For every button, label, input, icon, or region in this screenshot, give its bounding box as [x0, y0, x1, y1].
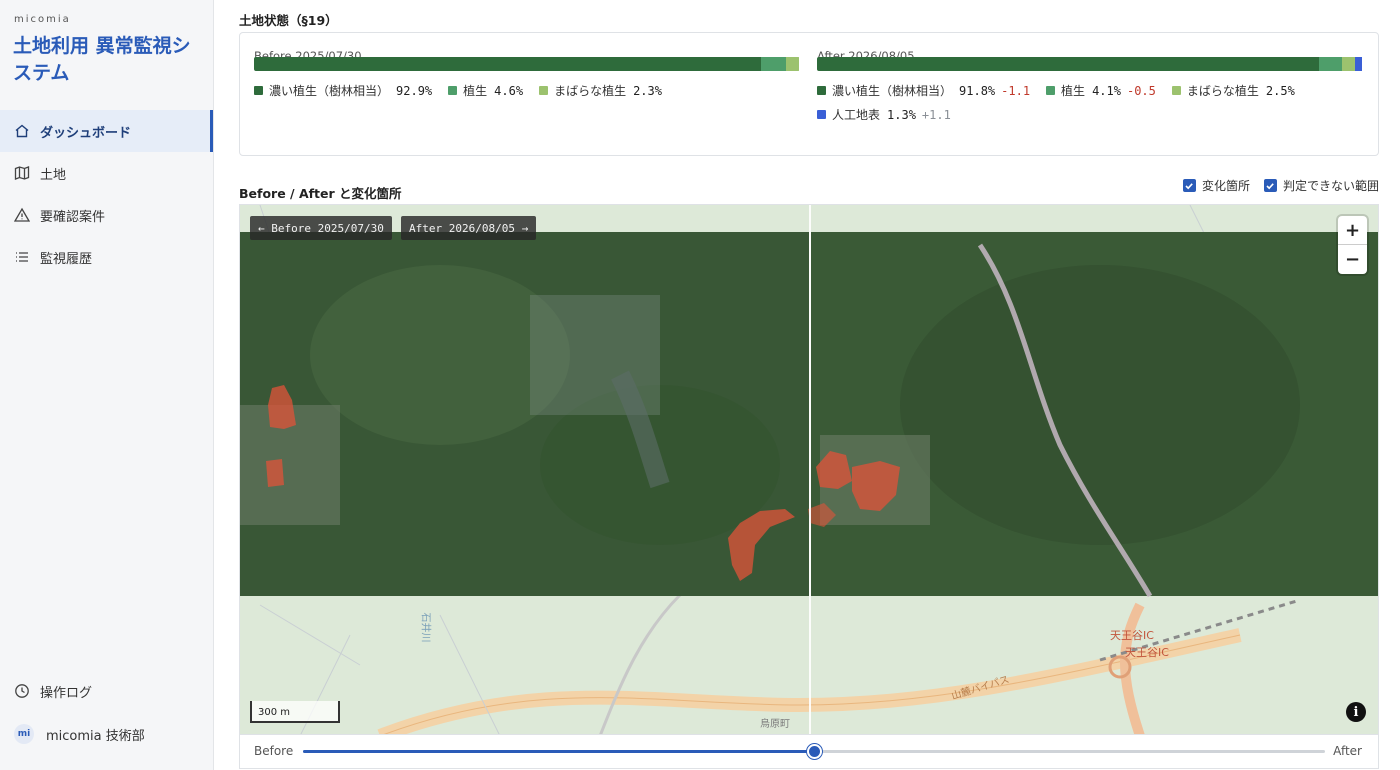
- legend-swatch: [1046, 86, 1056, 95]
- home-icon: [14, 123, 30, 139]
- legend-swatch: [817, 86, 826, 95]
- legend-label: 濃い植生（樹林相当）: [269, 84, 390, 98]
- legend-label: 植生: [463, 84, 488, 98]
- map-label-river: 石井川: [419, 612, 431, 643]
- legend-percent: 2.5%: [1265, 83, 1295, 98]
- sidebar-item-label: 要確認案件: [40, 209, 106, 225]
- layer-toggles: 変化箇所 判定できない範囲: [1169, 177, 1379, 194]
- legend-percent: 4.1%: [1092, 83, 1121, 98]
- sidebar-item-dashboard[interactable]: ダッシュボード: [0, 110, 213, 152]
- before-legend: 濃い植生（樹林相当） 92.9% 植生 4.6% まばらな植生 2.3%: [254, 83, 814, 98]
- land-state-card: Before 2025/07/30 濃い植生（樹林相当） 92.9% 植生 4.6% ま…: [239, 32, 1379, 156]
- sidebar-item-operation-log[interactable]: 操作ログ: [0, 670, 213, 712]
- warning-icon: [14, 207, 30, 223]
- before-chip[interactable]: ← Before 2025/07/30: [250, 216, 392, 240]
- legend-label: まばらな植生: [554, 84, 627, 98]
- legend-delta: -1.1: [1001, 83, 1031, 98]
- bar-segment: [1355, 57, 1363, 71]
- app-title: 土地利用 異常監視システム: [13, 35, 191, 84]
- legend-label: 人工地表: [832, 108, 881, 122]
- list-icon: [14, 249, 30, 265]
- legend-item: 人工地表 1.3% +1.1: [817, 107, 951, 122]
- legend-swatch: [539, 86, 549, 95]
- map-icon: [14, 165, 30, 181]
- slider-fill: [303, 750, 814, 753]
- brand-small-logo: micomia: [14, 14, 71, 25]
- avatar: mi: [14, 724, 34, 744]
- sidebar-item-label: ダッシュボード: [40, 125, 132, 141]
- sidebar-footer: 操作ログ mi micomia 技術部: [0, 670, 213, 756]
- zoom-control: + −: [1338, 216, 1367, 274]
- bar-segment: [1319, 57, 1342, 71]
- zoom-in-button[interactable]: +: [1338, 216, 1367, 245]
- before-after-slider-row: Before After: [239, 735, 1379, 769]
- info-icon[interactable]: i: [1346, 702, 1366, 722]
- legend-percent: 2.3%: [633, 83, 662, 98]
- checkbox-checked-icon[interactable]: [1263, 179, 1277, 192]
- map-label-town: 烏原町: [760, 719, 790, 730]
- user-name: micomia 技術部: [46, 728, 145, 744]
- legend-delta: +1.1: [921, 107, 951, 122]
- slider-thumb[interactable]: [807, 744, 822, 759]
- toggle-undetermined[interactable]: 判定できない範囲: [1263, 177, 1379, 194]
- legend-item: 濃い植生（樹林相当） 92.9%: [254, 83, 432, 98]
- sidebar-item-label: 監視履歴: [40, 251, 93, 267]
- slider-track[interactable]: [303, 744, 1325, 759]
- bar-segment: [1341, 57, 1356, 71]
- scale-bar: 300 m: [250, 701, 340, 723]
- legend-percent: 1.3%: [887, 107, 916, 122]
- checkbox-checked-icon[interactable]: [1182, 179, 1196, 192]
- comparison-map[interactable]: ← Before 2025/07/30 After 2026/08/05 → +…: [239, 204, 1379, 735]
- bar-segment: [786, 57, 799, 71]
- compare-divider[interactable]: [809, 205, 811, 734]
- bar-segment: [254, 57, 762, 71]
- land-state-title: 土地状態（§19）: [239, 13, 338, 28]
- slider-left-label: Before: [254, 744, 294, 758]
- legend-swatch: [448, 86, 458, 95]
- clock-icon: [14, 683, 30, 699]
- legend-label: 濃い植生（樹林相当）: [832, 84, 953, 98]
- toggle-label: 判定できない範囲: [1282, 179, 1379, 193]
- compare-title: Before / After と変化箇所: [239, 186, 402, 201]
- legend-swatch: [817, 110, 826, 119]
- legend-item: 植生 4.6%: [448, 83, 523, 98]
- legend-item: 植生 4.1% -0.5: [1046, 83, 1156, 98]
- bar-segment: [761, 57, 787, 71]
- sidebar-nav: ダッシュボード 土地 要確認案件 監視履歴: [0, 110, 213, 278]
- legend-swatch: [254, 86, 263, 95]
- toggle-changes[interactable]: 変化箇所: [1182, 177, 1250, 194]
- legend-percent: 4.6%: [494, 83, 524, 98]
- sidebar-item-label: 操作ログ: [40, 685, 93, 701]
- legend-percent: 92.9%: [396, 83, 433, 98]
- legend-swatch: [1171, 86, 1181, 95]
- user-account[interactable]: mi micomia 技術部: [0, 712, 213, 756]
- legend-delta: -0.5: [1126, 83, 1156, 98]
- after-legend: 濃い植生（樹林相当） 91.8% -1.1 植生 4.1% -0.5 まばらな植生 2.5% 人…: [817, 83, 1367, 122]
- legend-item: 濃い植生（樹林相当） 91.8% -1.1: [817, 83, 1030, 98]
- sidebar-item-label: 土地: [40, 167, 67, 183]
- sidebar: micomia 土地利用 異常監視システム ダッシュボード 土地 要確認案件 監…: [0, 0, 214, 770]
- after-chip[interactable]: After 2026/08/05 →: [401, 216, 537, 240]
- legend-item: まばらな植生 2.3%: [539, 83, 662, 98]
- slider-right-label: After: [1333, 744, 1362, 758]
- legend-item: まばらな植生 2.5%: [1171, 83, 1295, 98]
- legend-label: まばらな植生: [1186, 84, 1259, 98]
- sidebar-item-history[interactable]: 監視履歴: [0, 236, 213, 278]
- toggle-label: 変化箇所: [1201, 179, 1250, 193]
- map-label-ic-2: 天王谷IC: [1125, 646, 1169, 659]
- before-composition-bar: [254, 57, 800, 71]
- bar-segment: [817, 57, 1320, 71]
- legend-percent: 91.8%: [959, 83, 996, 98]
- sidebar-item-land[interactable]: 土地: [0, 152, 213, 194]
- legend-label: 植生: [1061, 84, 1086, 98]
- map-label-ic: 天王谷IC: [1110, 629, 1154, 642]
- sidebar-item-review-cases[interactable]: 要確認案件: [0, 194, 213, 236]
- zoom-out-button[interactable]: −: [1338, 245, 1367, 274]
- after-composition-bar: [817, 57, 1364, 71]
